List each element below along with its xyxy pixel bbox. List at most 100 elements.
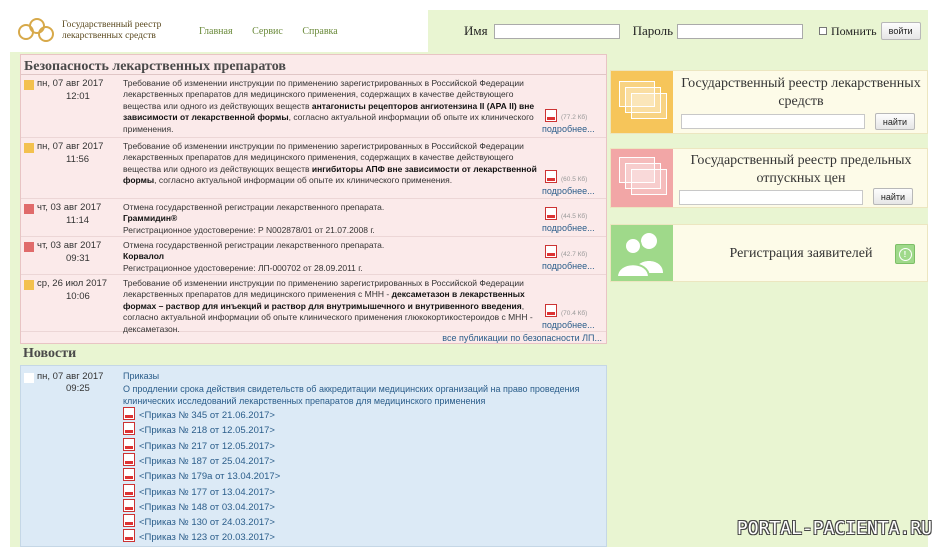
entry-time: 11:14: [66, 215, 90, 226]
drug-registry-search-input[interactable]: [681, 114, 865, 129]
more-link[interactable]: подробнее...: [542, 261, 595, 271]
entry-time: 10:06: [66, 291, 90, 302]
entry-time: 12:01: [66, 91, 90, 102]
pdf-icon[interactable]: [545, 304, 557, 317]
remember-label: Помнить: [831, 23, 877, 38]
order-label: <Приказ № 123 от 20.03.2017>: [139, 532, 275, 544]
pdf-icon: [123, 452, 135, 466]
order-link[interactable]: <Приказ № 123 от 20.03.2017>: [123, 529, 275, 543]
price-registry-title[interactable]: Государственный реестр предельных отпуск…: [673, 152, 929, 188]
order-label: <Приказ № 130 от 24.03.2017>: [139, 517, 275, 529]
file-size: (42.7 Кб): [561, 251, 588, 258]
news-section: пн, 07 авг 2017 09:25 Приказы О продлени…: [20, 365, 607, 547]
right-column: Государственный реестр лекарственных сре…: [610, 52, 928, 547]
applicant-registration-image: [611, 225, 673, 281]
drug-registry-card: Государственный реестр лекарственных сре…: [610, 70, 928, 134]
price-registry-search-input[interactable]: [679, 190, 863, 205]
news-category-link[interactable]: Приказы: [123, 371, 159, 381]
price-registry-card: Государственный реестр предельных отпуск…: [610, 148, 928, 208]
order-link[interactable]: <Приказ № 187 от 25.04.2017>: [123, 452, 275, 467]
pdf-icon: [123, 437, 135, 451]
order-label: <Приказ № 177 от 13.04.2017>: [139, 486, 275, 498]
info-icon[interactable]: !: [895, 244, 915, 264]
file-size: (77.2 Кб): [561, 114, 588, 121]
pdf-icon: [123, 529, 135, 543]
order-label: <Приказ № 218 от 12.05.2017>: [139, 425, 275, 437]
registry-logo-icon[interactable]: [18, 16, 56, 46]
news-marker: [24, 373, 34, 383]
pdf-icon: [123, 422, 135, 436]
price-registry-image: [611, 149, 673, 207]
drug-registry-title[interactable]: Государственный реестр лекарственных сре…: [673, 75, 929, 111]
price-registry-search-button[interactable]: найти: [873, 188, 913, 205]
nav-home[interactable]: Главная: [199, 26, 233, 37]
safety-entry: ср, 26 июл 2017 10:06 Требование об изме…: [21, 276, 606, 334]
entry-time: 09:31: [66, 253, 90, 264]
drug-registry-image: [611, 71, 673, 133]
nav-service[interactable]: Сервис: [252, 26, 283, 37]
drug-registry-search-button[interactable]: найти: [875, 113, 915, 130]
status-marker: [24, 204, 34, 214]
order-link[interactable]: <Приказ № 345 от 21.06.2017>: [123, 407, 275, 421]
password-label: Пароль: [632, 23, 674, 38]
header: Государственный реестр лекарственных сре…: [10, 10, 928, 52]
entry-text: Требование об изменении инструкции по пр…: [123, 78, 535, 134]
pdf-icon[interactable]: [545, 245, 557, 258]
status-marker: [24, 242, 34, 252]
news-title: Новости: [23, 346, 77, 361]
entry-date: ср, 26 июл 2017: [37, 278, 108, 289]
order-link[interactable]: <Приказ № 218 от 12.05.2017>: [123, 422, 275, 436]
order-label: <Приказ № 179а от 13.04.2017>: [139, 471, 281, 483]
login-bar: Имя Пароль Помнить войти: [428, 10, 928, 52]
file-size: (70.4 Кб): [561, 310, 588, 317]
pdf-icon[interactable]: [545, 109, 557, 122]
nav-help[interactable]: Справка: [302, 26, 337, 37]
remember-checkbox[interactable]: [819, 27, 828, 35]
safety-entry: пн, 07 авг 2017 11:56 Требование об изме…: [21, 139, 606, 199]
remember-group: Помнить: [819, 24, 877, 39]
name-input[interactable]: [493, 23, 620, 39]
pdf-icon[interactable]: [545, 207, 557, 220]
more-link[interactable]: подробнее...: [542, 186, 595, 196]
main-column: Безопасность лекарственных препаратов пн…: [10, 52, 610, 547]
entry-text: Требование об изменении инструкции по пр…: [123, 278, 533, 334]
pdf-icon: [123, 407, 135, 420]
news-headline-link[interactable]: О продлении срока действия свидетельств …: [123, 383, 593, 407]
header-left: Государственный реестр лекарственных сре…: [10, 10, 428, 52]
safety-entry: пн, 07 авг 2017 12:01 Требование об изме…: [21, 76, 606, 138]
pdf-icon: [123, 468, 135, 482]
entry-time: 11:56: [66, 154, 90, 165]
logo-text[interactable]: Государственный реестр лекарственных сре…: [62, 20, 182, 42]
entry-text: Отмена государственной регистрации лекар…: [123, 240, 385, 273]
logo-line-2: лекарственных средств: [62, 31, 156, 41]
order-link[interactable]: <Приказ № 130 от 24.03.2017>: [123, 514, 275, 528]
entry-date: пн, 07 авг 2017: [37, 141, 104, 152]
entry-text: Требование об изменении инструкции по пр…: [123, 141, 537, 186]
login-button[interactable]: войти: [880, 22, 921, 40]
file-size: (60.5 Кб): [561, 176, 588, 183]
more-link[interactable]: подробнее...: [542, 124, 595, 134]
order-label: <Приказ № 148 от 03.04.2017>: [139, 501, 275, 513]
safety-entry: чт, 03 авг 2017 11:14 Отмена государстве…: [21, 200, 606, 237]
safety-entry: чт, 03 авг 2017 09:31 Отмена государстве…: [21, 238, 606, 275]
pdf-icon[interactable]: [545, 170, 557, 183]
applicant-registration-title[interactable]: Регистрация заявителей: [673, 245, 929, 263]
pdf-icon: [123, 514, 135, 528]
password-input[interactable]: [677, 23, 804, 39]
more-link[interactable]: подробнее...: [542, 223, 595, 233]
order-link[interactable]: <Приказ № 179а от 13.04.2017>: [123, 468, 280, 482]
status-marker: [24, 143, 34, 153]
entry-date: пн, 07 авг 2017: [37, 78, 104, 89]
entry-date: чт, 03 авг 2017: [37, 202, 102, 213]
entry-date: чт, 03 авг 2017: [37, 240, 102, 251]
safety-section: Безопасность лекарственных препаратов пн…: [20, 54, 607, 344]
all-safety-publications-link[interactable]: все публикации по безопасности ЛП...: [442, 333, 602, 343]
order-link[interactable]: <Приказ № 217 от 12.05.2017>: [123, 437, 275, 452]
order-label: <Приказ № 217 от 12.05.2017>: [139, 440, 275, 452]
order-link[interactable]: <Приказ № 148 от 03.04.2017>: [123, 498, 275, 513]
safety-title: Безопасность лекарственных препаратов: [21, 55, 606, 75]
more-link[interactable]: подробнее...: [542, 320, 595, 330]
applicant-registration-card: Регистрация заявителей !: [610, 224, 928, 282]
watermark-text: PORTAL-PACIENTA.RU: [736, 518, 932, 539]
order-link[interactable]: <Приказ № 177 от 13.04.2017>: [123, 483, 275, 498]
